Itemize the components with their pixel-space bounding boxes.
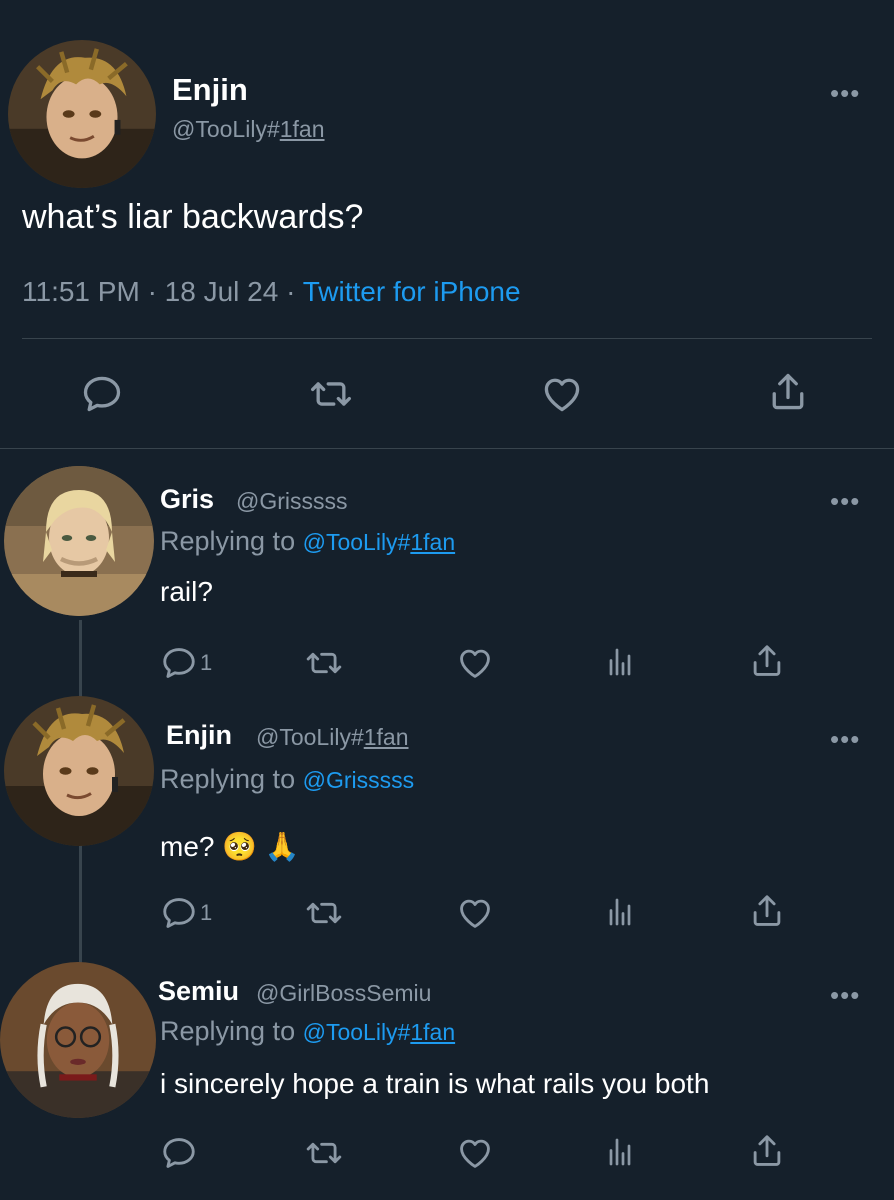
replying-label: Replying to <box>160 764 296 794</box>
replying-to: Replying to @TooLily#1fan <box>160 1016 455 1047</box>
author-name[interactable]: Enjin <box>172 72 248 108</box>
handle-text: @TooLily# <box>172 116 280 142</box>
replying-to-link[interactable]: @Grisssss <box>303 767 415 793</box>
tweet-text: what’s liar backwards? <box>22 198 364 236</box>
comment-icon[interactable] <box>160 644 198 682</box>
meta-separator: · <box>286 276 296 307</box>
reply-count: 1 <box>200 900 213 925</box>
author-name[interactable]: Enjin <box>166 720 232 751</box>
avatar[interactable] <box>4 466 154 616</box>
author-name[interactable]: Gris <box>160 484 214 515</box>
replying-to: Replying to @Grisssss <box>160 764 414 795</box>
reply-count: 1 <box>200 650 213 675</box>
like-icon[interactable] <box>456 894 494 932</box>
replying-label: Replying to <box>160 1016 296 1046</box>
replying-handle: @TooLily# <box>302 529 411 555</box>
like-icon[interactable] <box>456 1134 494 1172</box>
avatar[interactable] <box>0 962 156 1118</box>
author-handle[interactable]: @Grisssss <box>236 488 348 515</box>
more-icon[interactable]: ••• <box>830 726 860 752</box>
tweet-meta: 11:51 PM · 18 Jul 24 · Twitter for iPhon… <box>22 276 521 308</box>
tweet-text: rail? <box>160 576 213 607</box>
share-icon[interactable] <box>766 370 810 414</box>
replying-handle: @TooLily# <box>302 1019 411 1045</box>
tweet-text: me? 🥺 🙏 <box>160 831 300 862</box>
more-icon[interactable]: ••• <box>830 80 860 106</box>
divider <box>0 448 894 449</box>
share-icon[interactable] <box>748 1132 786 1170</box>
analytics-icon[interactable] <box>602 1134 638 1170</box>
author-name[interactable]: Semiu <box>158 976 239 1007</box>
author-handle[interactable]: @TooLily#1fan <box>172 116 325 143</box>
retweet-icon[interactable] <box>304 894 344 932</box>
handle-suffix: 1fan <box>363 724 409 750</box>
author-handle[interactable]: @TooLily#1fan <box>256 724 409 751</box>
comment-icon[interactable] <box>160 1134 198 1172</box>
analytics-icon[interactable] <box>602 644 638 680</box>
comment-icon[interactable] <box>160 894 198 932</box>
tweet-date: 18 Jul 24 <box>164 276 279 307</box>
more-icon[interactable]: ••• <box>830 488 860 514</box>
retweet-icon[interactable] <box>304 644 344 682</box>
comment-icon[interactable] <box>80 372 124 416</box>
handle-text: @TooLily# <box>256 724 364 750</box>
like-icon[interactable] <box>540 372 584 416</box>
tweet-time: 11:51 PM <box>22 276 140 307</box>
retweet-icon[interactable] <box>304 1134 344 1172</box>
more-icon[interactable]: ••• <box>830 982 860 1008</box>
handle-suffix: 1fan <box>279 116 325 142</box>
share-icon[interactable] <box>748 892 786 930</box>
retweet-icon[interactable] <box>308 372 354 416</box>
meta-separator: · <box>147 276 157 307</box>
tweet-text: i sincerely hope a train is what rails y… <box>160 1068 710 1099</box>
analytics-icon[interactable] <box>602 894 638 930</box>
share-icon[interactable] <box>748 642 786 680</box>
replying-to-link[interactable]: @TooLily#1fan <box>303 529 456 555</box>
avatar[interactable] <box>4 696 154 846</box>
tweet-source-link[interactable]: Twitter for iPhone <box>303 276 521 307</box>
replying-to-link[interactable]: @TooLily#1fan <box>303 1019 456 1045</box>
replying-to: Replying to @TooLily#1fan <box>160 526 455 557</box>
replying-handle-suffix: 1fan <box>410 529 456 555</box>
avatar[interactable] <box>8 40 156 188</box>
like-icon[interactable] <box>456 644 494 682</box>
replying-handle-suffix: 1fan <box>410 1019 456 1045</box>
divider <box>22 338 872 339</box>
author-handle[interactable]: @GirlBossSemiu <box>256 980 431 1007</box>
replying-label: Replying to <box>160 526 296 556</box>
